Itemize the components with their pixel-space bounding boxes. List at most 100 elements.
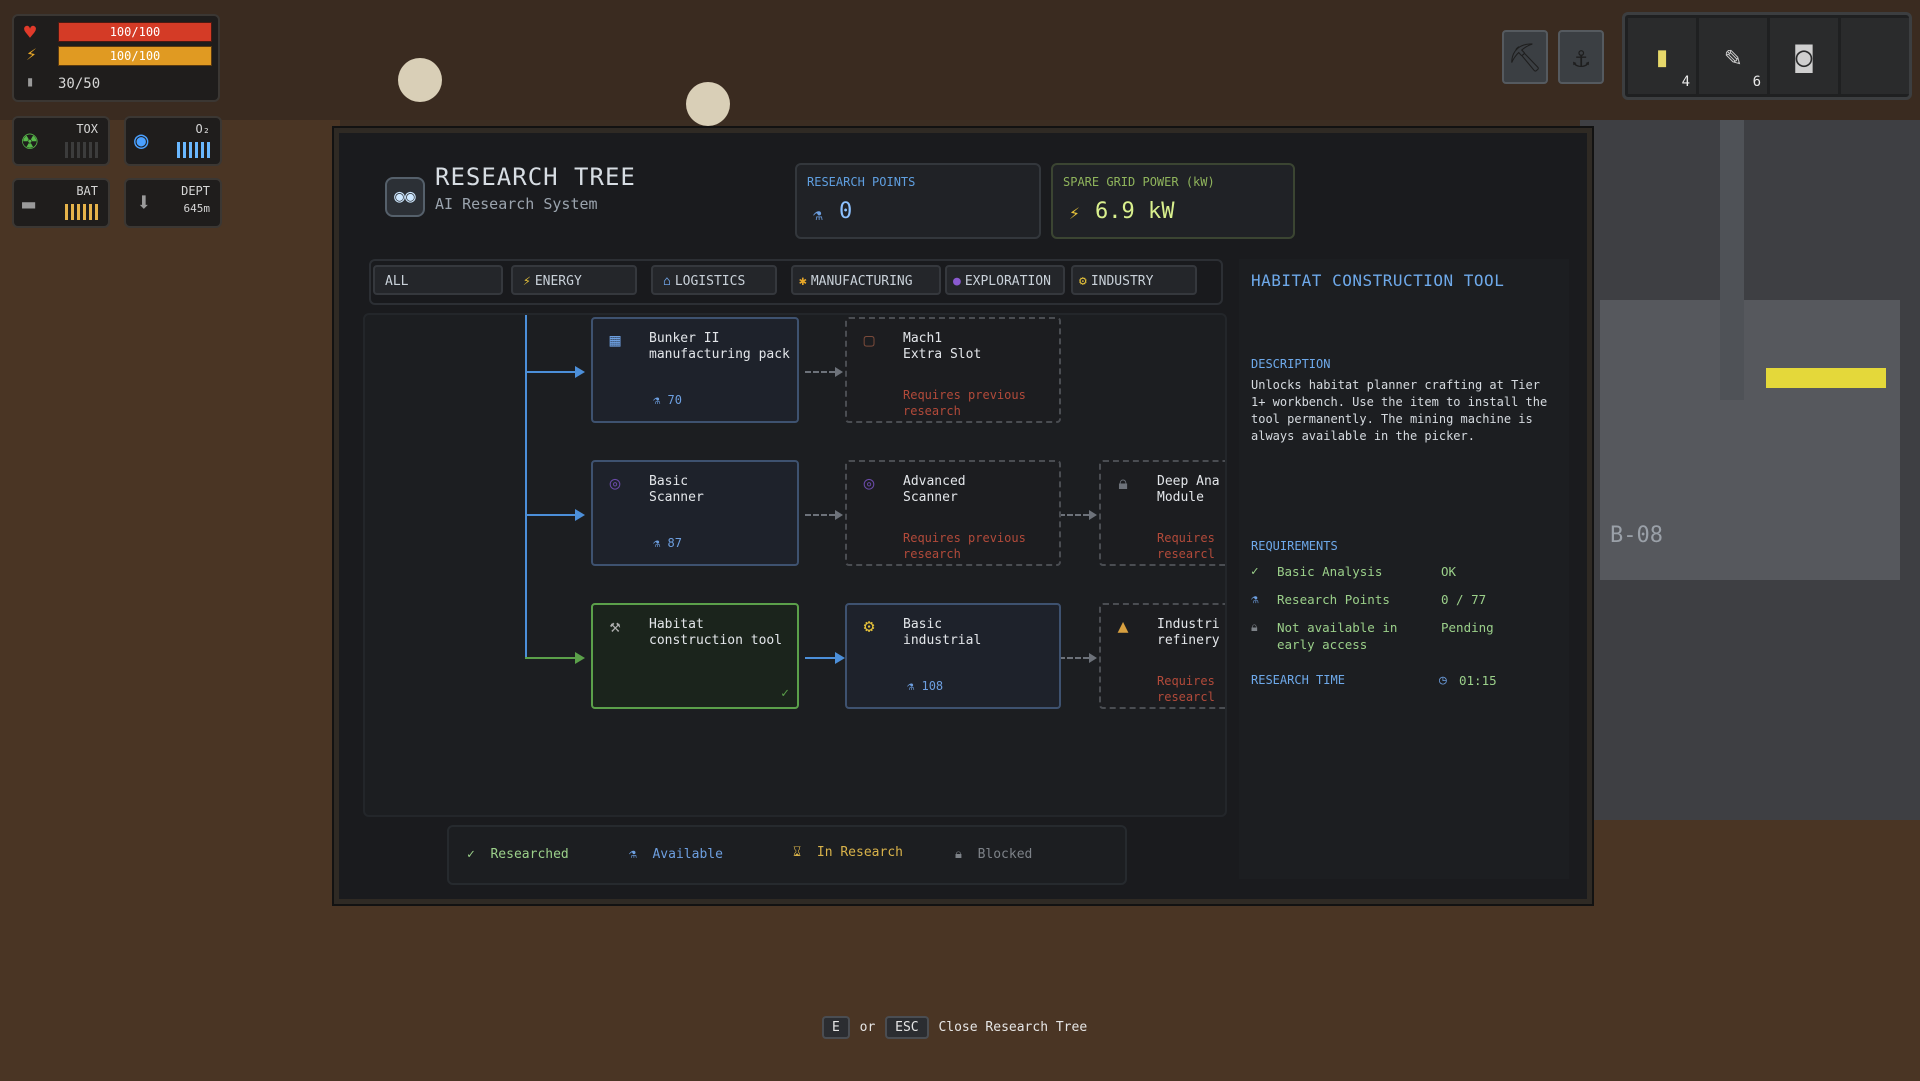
description-label: DESCRIPTION: [1251, 357, 1331, 371]
connector-dash: [1059, 514, 1089, 516]
research-tree-canvas[interactable]: ▦ Bunker II manufacturing pack ⚗ 70 ▢ Ma…: [363, 313, 1227, 817]
research-node-habitat[interactable]: ⚒ Habitat construction tool ✓: [591, 603, 799, 709]
node-name: Deep Ana Module: [1157, 474, 1220, 505]
oxygen-label: O₂: [195, 122, 210, 136]
tab-all[interactable]: ALL: [373, 265, 503, 295]
requirement-name: Basic Analysis: [1277, 564, 1383, 579]
scanner-icon: ◎: [863, 473, 875, 494]
connector-line: [525, 657, 579, 659]
legend-available: ⚗ Available: [629, 847, 723, 862]
connector-arrow: [1089, 510, 1097, 520]
requirement-status: 0 / 77: [1441, 592, 1487, 607]
down-arrow-icon: ⬇: [136, 188, 152, 218]
battery-label: BAT: [76, 184, 98, 198]
hotbar-slot-2[interactable]: ✎ 6: [1699, 18, 1767, 94]
battery-icon: ▬: [22, 192, 36, 217]
panel-subtitle: AI Research System: [435, 195, 598, 213]
factory-icon: ⚙: [1079, 274, 1087, 289]
tab-energy[interactable]: ⚡ ENERGY: [511, 265, 637, 295]
research-points-box: RESEARCH POINTS ⚗ 0: [795, 163, 1041, 239]
ammo-counter: 30/50: [58, 76, 101, 92]
research-tree-panel: ◉◉ RESEARCH TREE AI Research System RESE…: [334, 128, 1592, 904]
tab-label: EXPLORATION: [964, 274, 1051, 289]
pickaxe-icon[interactable]: ⛏: [1502, 30, 1548, 84]
close-research-tree-text: Close Research Tree: [938, 1020, 1088, 1035]
hotbar-slot-4[interactable]: [1841, 18, 1909, 94]
scanner-icon: ◎: [609, 473, 621, 494]
legend-label: Available: [652, 847, 723, 862]
hammer-icon: ⚒: [609, 616, 621, 637]
grid-power-label: SPARE GRID POWER (kW): [1063, 175, 1215, 189]
or-text: or: [859, 1020, 876, 1035]
hotbar-slot-1[interactable]: ▮ 4: [1628, 18, 1696, 94]
biohazard-icon: ☢: [22, 126, 38, 156]
slot-icon: ▢: [863, 330, 875, 351]
connector-line: [525, 371, 579, 373]
connector-dash: [1059, 657, 1089, 659]
requirement-row: ⚗ Research Points 0 / 77: [1251, 591, 1561, 607]
legend: ✓ Researched ⚗ Available ⌛︎ In Research …: [447, 825, 1127, 885]
tab-label: ALL: [385, 274, 409, 289]
checkmark-icon: ✓: [1251, 563, 1259, 578]
tab-label: LOGISTICS: [674, 274, 746, 289]
flask-icon: ⚗: [1251, 591, 1259, 606]
legend-label: Researched: [490, 847, 569, 862]
battery-gauge: ▬ BAT: [12, 178, 110, 228]
depth-value: 645m: [183, 202, 211, 215]
node-name: Bunker II manufacturing pack: [649, 331, 790, 362]
tab-logistics[interactable]: ⌂ LOGISTICS: [651, 265, 777, 295]
key-esc[interactable]: ESC: [885, 1016, 929, 1039]
key-e[interactable]: E: [822, 1016, 850, 1039]
requirement-row: ✓ Basic Analysis OK: [1251, 563, 1561, 579]
depth-gauge: ⬇ DEPT 645m: [124, 178, 222, 228]
node-requirement: Requires previous research: [903, 531, 1026, 561]
research-node-bunker[interactable]: ▦ Bunker II manufacturing pack ⚗ 70: [591, 317, 799, 423]
bucket-icon: ◙: [1795, 39, 1813, 73]
tab-industry[interactable]: ⚙ INDUSTRY: [1071, 265, 1197, 295]
research-node-basic-industrial[interactable]: ⚙ Basic industrial ⚗ 108: [845, 603, 1061, 709]
legend-blocked: 🔒︎ Blocked: [955, 847, 1032, 862]
connector-line: [805, 657, 835, 659]
oxygen-icon: ◉: [134, 126, 149, 154]
research-node-deep-analysis[interactable]: 🔒︎ Deep Ana Module Requires researcl: [1099, 460, 1225, 566]
connector-arrow: [835, 367, 843, 377]
grid-power-value: 6.9 kW: [1095, 199, 1175, 224]
hotbar-slot-3[interactable]: ◙: [1770, 18, 1838, 94]
requirement-row: 🔒︎ Not available in early access Pending: [1251, 619, 1561, 652]
research-node-mach1[interactable]: ▢ Mach1 Extra Slot Requires previous res…: [845, 317, 1061, 423]
connector-dash: [805, 371, 835, 373]
research-node-advanced-scanner[interactable]: ◎ Advanced Scanner Requires previous res…: [845, 460, 1061, 566]
compass-icon: ●: [953, 274, 961, 289]
checkmark-icon: ✓: [781, 686, 789, 701]
tab-manufacturing[interactable]: ✱ MANUFACTURING: [791, 265, 941, 295]
toxicity-label: TOX: [76, 122, 98, 136]
connector-arrow: [575, 652, 585, 664]
category-tabs: ALL ⚡ ENERGY ⌂ LOGISTICS ✱ MANUFACTURING ● E…: [369, 259, 1223, 305]
research-node-industrial-refinery[interactable]: ▲ Industri refinery Requires researcl: [1099, 603, 1225, 709]
research-node-basic-scanner[interactable]: ◎ Basic Scanner ⚗ 87: [591, 460, 799, 566]
description-text: Unlocks habitat planner crafting at Tier…: [1251, 378, 1548, 443]
clock-icon: ◷: [1439, 673, 1447, 688]
player-status-panel: ♥ 100/100 ⚡ 100/100 ▮ 30/50: [12, 14, 220, 102]
ammo-icon: ▮: [26, 74, 35, 90]
health-bar: 100/100: [58, 22, 212, 42]
syringe-icon: ✎: [1724, 39, 1742, 73]
ai-robot-icon: ◉◉: [385, 177, 425, 217]
node-name: Advanced Scanner: [903, 474, 966, 505]
anchor-icon[interactable]: ⚓: [1558, 30, 1604, 84]
tool-slots: ⛏ ⚓: [1502, 30, 1604, 84]
gear-icon: ✱: [799, 274, 807, 289]
depth-label: DEPT: [181, 184, 210, 198]
toxicity-gauge: ☢ TOX: [12, 116, 110, 166]
node-name: Habitat construction tool: [649, 617, 783, 648]
requirement-status: OK: [1441, 564, 1457, 579]
tab-exploration[interactable]: ● EXPLORATION: [945, 265, 1065, 295]
node-requirement: Requires previous research: [903, 388, 1026, 418]
node-name: Industri refinery: [1157, 617, 1220, 648]
node-cost: ⚗ 108: [907, 679, 943, 693]
node-requirement: Requires researcl: [1157, 674, 1215, 704]
building-sign: B-08: [1610, 523, 1663, 548]
fuel-canister-icon: ▮: [1653, 39, 1671, 73]
research-time-value: 01:15: [1459, 673, 1497, 688]
hourglass-icon: ⌛︎: [793, 845, 802, 860]
